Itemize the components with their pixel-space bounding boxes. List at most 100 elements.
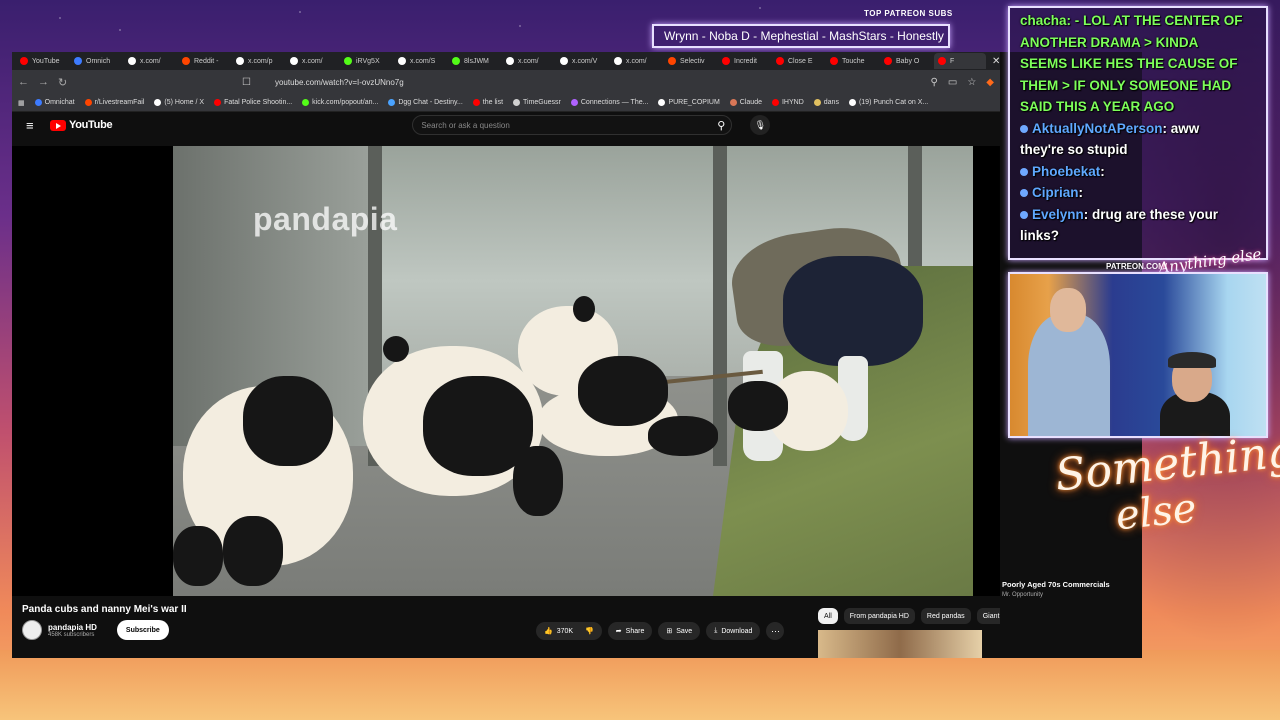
browser-tab[interactable]: x.com/ bbox=[124, 53, 176, 69]
bookmark-item[interactable]: Dgg Chat - Destiny... bbox=[388, 99, 463, 106]
thumbs-down-icon[interactable]: 👎 bbox=[585, 627, 594, 635]
tab-favicon-icon bbox=[614, 57, 622, 65]
bookmark-item[interactable]: Connections — The... bbox=[570, 99, 648, 106]
chat-message: SEEMS LIKE HES THE CAUSE OF bbox=[1020, 53, 1256, 75]
chat-message: THEM > IF ONLY SOMEONE HAD bbox=[1020, 75, 1256, 97]
tab-favicon-icon bbox=[776, 57, 784, 65]
bookmark-label: Fatal Police Shootin... bbox=[224, 99, 293, 106]
browser-tab[interactable]: F bbox=[934, 53, 986, 69]
channel-avatar[interactable] bbox=[22, 620, 42, 640]
cast-icon[interactable]: ▭ bbox=[948, 77, 957, 88]
bookmark-item[interactable]: Claude bbox=[729, 99, 762, 106]
share-button[interactable]: ➦ Share bbox=[607, 622, 653, 640]
filter-chip[interactable]: All bbox=[818, 608, 838, 624]
bookmark-label: r/LivestreamFail bbox=[94, 99, 145, 106]
chat-text: links? bbox=[1020, 228, 1060, 243]
channel-name[interactable]: pandapia HD bbox=[48, 623, 97, 632]
tab-label: Selectiv bbox=[680, 57, 705, 65]
platform-badge-icon bbox=[1020, 210, 1028, 219]
browser-tab[interactable]: Incredit bbox=[718, 53, 770, 69]
bookmark-item[interactable]: PURE_COPIUM bbox=[658, 99, 720, 106]
browser-tab[interactable]: iRVg5X bbox=[340, 53, 392, 69]
browser-tab[interactable]: x.com/V bbox=[556, 53, 608, 69]
browser-tab[interactable]: Touche bbox=[826, 53, 878, 69]
chat-message: they're so stupid bbox=[1020, 139, 1256, 161]
browser-tab[interactable]: 8lsJWM bbox=[448, 53, 500, 69]
bookmark-item[interactable]: TimeGuessr bbox=[513, 99, 561, 106]
url-field[interactable]: youtube.com/watch?v=I-ovzUNno7g bbox=[275, 78, 921, 87]
bookmark-item[interactable]: Fatal Police Shootin... bbox=[214, 99, 292, 106]
microphone-icon[interactable]: 🎙 bbox=[750, 115, 771, 135]
browser-tab[interactable]: x.com/ bbox=[610, 53, 662, 69]
bookmark-label: (5) Home / X bbox=[164, 99, 205, 106]
video-frame[interactable]: pandapia bbox=[173, 146, 973, 596]
browser-tab[interactable]: YouTube bbox=[16, 53, 68, 69]
streamer-left-head bbox=[1050, 288, 1086, 332]
search-box[interactable]: Search or ask a question ⚲ bbox=[412, 115, 733, 135]
top-patreon-label: TOP PATREON SUBS bbox=[864, 9, 953, 18]
bookmark-favicon-icon bbox=[848, 99, 856, 106]
save-label: Save bbox=[676, 627, 693, 635]
filter-chip[interactable]: From pandapia HD bbox=[843, 608, 915, 624]
like-count: 370K bbox=[556, 627, 574, 635]
reload-icon[interactable]: ↻ bbox=[58, 76, 68, 89]
subscribe-button[interactable]: Subscribe bbox=[116, 620, 169, 640]
video-actions: 👍 370K 👎 ➦ Share ⊞ Save ⤓ Download ⋯ bbox=[536, 622, 785, 640]
search-input[interactable]: Search or ask a question bbox=[421, 121, 510, 130]
video-title: Panda cubs and nanny Mei's war II bbox=[22, 604, 187, 615]
chat-username: Phoebekat bbox=[1032, 163, 1101, 179]
bookmark-favicon-icon bbox=[658, 99, 666, 106]
chat-text: SEEMS LIKE HES THE CAUSE OF bbox=[1020, 56, 1238, 71]
chat-text: chacha: - LOL AT THE CENTER OF bbox=[1020, 13, 1243, 28]
apps-icon[interactable]: ▦ bbox=[18, 99, 25, 107]
chat-message: ANOTHER DRAMA > KINDA bbox=[1020, 32, 1256, 54]
download-button[interactable]: ⤓ Download bbox=[706, 622, 761, 640]
browser-tab[interactable]: x.com/ bbox=[502, 53, 554, 69]
bookmark-item[interactable]: Omnichat bbox=[34, 99, 75, 106]
back-icon[interactable]: ← bbox=[18, 76, 29, 88]
search-icon[interactable]: ⚲ bbox=[717, 119, 725, 132]
browser-tab[interactable]: x.com/S bbox=[394, 53, 446, 69]
tab-label: F bbox=[950, 57, 955, 65]
bookmark-item[interactable]: r/LivestreamFail bbox=[84, 99, 145, 106]
tab-favicon-icon bbox=[830, 57, 838, 65]
bookmark-label: Claude bbox=[739, 99, 762, 106]
tab-label: x.com/ bbox=[302, 57, 323, 65]
channel-info: pandapia HD 458K subscribers bbox=[48, 623, 97, 638]
bookmark-item[interactable]: the list bbox=[472, 99, 503, 106]
like-button[interactable]: 👍 370K 👎 bbox=[536, 622, 602, 640]
recommended-thumbnail[interactable] bbox=[818, 630, 982, 658]
bookmark-label: PURE_COPIUM bbox=[668, 99, 720, 106]
tab-label: x.com/p bbox=[248, 57, 273, 65]
tab-label: x.com/ bbox=[140, 57, 161, 65]
recommended-channel[interactable]: Mr. Opportunity bbox=[1002, 592, 1043, 598]
forward-icon[interactable]: → bbox=[38, 76, 49, 88]
bookmark-icon[interactable]: ☐ bbox=[242, 77, 251, 88]
browser-tab[interactable]: Baby O bbox=[880, 53, 932, 69]
panda-cub bbox=[518, 296, 718, 466]
bookmark-item[interactable]: (19) Punch Cat on X... bbox=[848, 99, 928, 106]
filter-chip[interactable]: Red pandas bbox=[920, 608, 971, 624]
browser-tab[interactable]: Close E bbox=[772, 53, 824, 69]
more-actions-icon[interactable]: ⋯ bbox=[766, 622, 785, 640]
star-icon[interactable]: ☆ bbox=[967, 77, 976, 88]
extension-icon[interactable]: ◆ bbox=[986, 77, 994, 88]
browser-tab[interactable]: x.com/ bbox=[286, 53, 338, 69]
browser-tab[interactable]: Omnich bbox=[70, 53, 122, 69]
chat-message: chacha: - LOL AT THE CENTER OF bbox=[1020, 10, 1256, 32]
recommended-title[interactable]: Poorly Aged 70s Commercials bbox=[1002, 580, 1110, 589]
bookmark-item[interactable]: dans bbox=[813, 99, 839, 106]
video-player[interactable]: pandapia bbox=[12, 146, 1000, 596]
browser-tab[interactable]: x.com/p bbox=[232, 53, 284, 69]
bookmark-item[interactable]: IHYND bbox=[771, 99, 804, 106]
download-label: Download bbox=[721, 627, 753, 635]
bookmark-item[interactable]: kick.com/popout/an... bbox=[302, 99, 378, 106]
save-button[interactable]: ⊞ Save bbox=[658, 622, 701, 640]
browser-tab[interactable]: Selectiv bbox=[664, 53, 716, 69]
browser-tab[interactable]: Reddit - bbox=[178, 53, 230, 69]
keeper-pants bbox=[783, 256, 923, 366]
bookmark-item[interactable]: (5) Home / X bbox=[154, 99, 204, 106]
youtube-logo[interactable]: YouTube bbox=[50, 119, 113, 131]
hamburger-menu-icon[interactable]: ≡ bbox=[26, 118, 50, 133]
zoom-icon[interactable]: ⚲ bbox=[931, 77, 938, 88]
